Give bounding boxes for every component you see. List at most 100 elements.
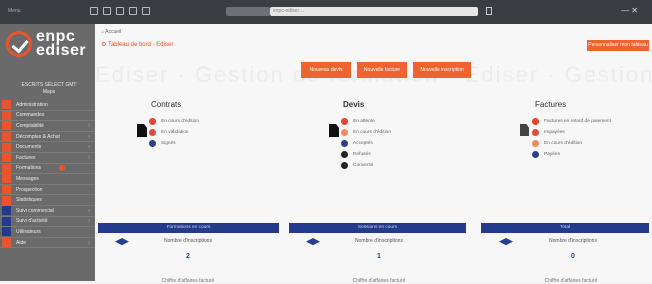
bookmark-icon[interactable] [142, 7, 150, 15]
sidebar-item-10[interactable]: Suivi commercial › [0, 206, 95, 217]
status-item[interactable]: En cours d'édition [532, 138, 611, 149]
graduation-cap-icon [499, 238, 513, 246]
sidebar-item-label: Factures [16, 154, 36, 161]
status-label: En cours d'édition [544, 141, 582, 146]
sidebar-item-label: Prospection [16, 186, 43, 193]
card-footer: Chiffre d'affaires facturé [161, 278, 215, 284]
invoices-list: Factures en retard de paiement Impayées En… [532, 116, 611, 160]
card-footer: Chiffre d'affaires facturé [352, 278, 406, 284]
sidebar-item-5[interactable]: Factures › [0, 153, 95, 164]
menu-item-icon [2, 142, 11, 152]
status-dot-icon [532, 151, 539, 158]
status-item[interactable]: Acceptés [341, 138, 391, 149]
card-bar-total[interactable]: Total [481, 223, 649, 233]
status-dot-icon [149, 129, 156, 136]
customize-dashboard-button[interactable]: Personnaliser mon tableau [587, 40, 649, 51]
status-item[interactable]: Signés [149, 138, 199, 149]
status-label: Payées [544, 152, 560, 157]
home-icon[interactable]: ⌂ [101, 29, 104, 35]
status-label: En validation [161, 130, 189, 135]
new-invoice-button[interactable]: Nouvelle facture [357, 62, 407, 78]
sidebar-item-label: Documents [16, 144, 42, 151]
chevron-right-icon: › [88, 218, 90, 225]
sidebar-item-label: Statistiques [16, 197, 42, 204]
logo-text: enpc ediser [36, 28, 87, 59]
status-item[interactable]: Payées [532, 149, 611, 160]
action-buttons: Nouveau devis Nouvelle facture Nouvelle … [301, 62, 471, 78]
card-heading: Nombre d'inscriptions [164, 238, 212, 244]
breadcrumb: ⌂ Accueil [101, 29, 121, 35]
browser-tab[interactable] [226, 7, 270, 16]
card-footer: Chiffre d'affaires facturé [544, 278, 598, 284]
status-dot-icon [532, 118, 539, 125]
card-bar-trainings[interactable]: Formations en cours [98, 223, 279, 233]
sidebar-item-label: Décomptes & Achat [16, 133, 60, 140]
sidebar-item-3[interactable]: Décomptes & Achat › [0, 132, 95, 143]
sidebar-item-label: Utilisateurs [16, 228, 41, 235]
document-edit-icon [329, 124, 339, 137]
status-dot-icon [532, 140, 539, 147]
menu-item-icon [2, 153, 11, 163]
reload-icon[interactable] [116, 7, 124, 15]
sidebar-item-7[interactable]: Messages [0, 174, 95, 185]
sidebar-item-8[interactable]: Prospection [0, 185, 95, 196]
sidebar-item-2[interactable]: Comptabilité › [0, 121, 95, 132]
status-item[interactable]: En validation [149, 127, 199, 138]
status-item[interactable]: Refusés [341, 149, 391, 160]
menu-item-icon [2, 110, 11, 120]
browser-tools [90, 7, 150, 15]
menu-item-icon [2, 163, 11, 173]
breadcrumb-text[interactable]: Accueil [105, 29, 121, 35]
sidebar-item-label: Formations [16, 165, 42, 172]
back-icon[interactable] [90, 7, 98, 15]
new-registration-button[interactable]: Nouvelle inscription [413, 62, 471, 78]
sidebar-item-11[interactable]: Suivi d'activité › [0, 216, 95, 228]
chevron-right-icon: › [88, 122, 90, 129]
menu-item-icon [2, 238, 11, 248]
check-logo-icon [6, 31, 32, 57]
status-item[interactable]: Factures en retard de paiement [532, 116, 611, 127]
status-item[interactable]: En cours d'édition [149, 116, 199, 127]
menu-item-icon [2, 216, 11, 226]
sidebar: enpc ediser ESCRITS SÉLECT GMT Maps Admi… [0, 24, 95, 281]
graduation-cap-icon [115, 238, 129, 246]
status-item[interactable]: En attente [341, 116, 391, 127]
address-bar[interactable]: enpc-ediser… [270, 7, 478, 16]
sidebar-item-12[interactable]: Utilisateurs [0, 227, 95, 238]
status-label: En cours d'édition [353, 130, 391, 135]
menu-item-icon [2, 227, 11, 237]
status-label: Refusés [353, 152, 371, 157]
card-heading: Nombre d'inscriptions [355, 238, 403, 244]
sidebar-item-label: Comptabilité [16, 122, 44, 129]
sidebar-item-4[interactable]: Documents › [0, 142, 95, 153]
sidebar-item-0[interactable]: Administration [0, 100, 95, 111]
user-role: Maps [42, 89, 56, 95]
contracts-heading: Contrats [151, 100, 182, 109]
card-bar-sessions[interactable]: Sessions en cours [289, 223, 466, 233]
sidebar-item-9[interactable]: Statistiques [0, 195, 95, 206]
menu-item-icon [2, 100, 11, 110]
status-item[interactable]: Convertis [341, 160, 391, 171]
sidebar-item-6[interactable]: Formations [0, 163, 95, 175]
new-quote-button[interactable]: Nouveau devis [301, 62, 351, 78]
status-label: Signés [161, 141, 176, 146]
menu-item-icon [2, 132, 11, 142]
main-content: ⌂ Accueil ⚙ Tableau de bord - Ediser Per… [95, 24, 652, 284]
sidebar-item-label: Suivi commercial [16, 207, 54, 214]
status-item[interactable]: En cours d'édition [341, 127, 391, 138]
chevron-right-icon: › [88, 207, 90, 214]
forward-icon[interactable] [103, 7, 111, 15]
sidebar-item-1[interactable]: Commandes [0, 110, 95, 122]
home-icon[interactable] [129, 7, 137, 15]
quotes-list: En attente En cours d'édition Acceptés Refu… [341, 116, 391, 171]
card-number: 0 [571, 253, 575, 260]
browser-menu-label[interactable]: Menu [8, 8, 21, 14]
sidebar-item-13[interactable]: Aide › [0, 238, 95, 249]
menu-item-icon [2, 206, 11, 216]
status-item[interactable]: Impayées [532, 127, 611, 138]
window-controls[interactable]: — ✕ [621, 6, 638, 15]
status-dot-icon [149, 140, 156, 147]
chevron-right-icon: › [88, 144, 90, 151]
app-logo[interactable]: enpc ediser [6, 28, 87, 59]
status-label: En cours d'édition [161, 119, 199, 124]
